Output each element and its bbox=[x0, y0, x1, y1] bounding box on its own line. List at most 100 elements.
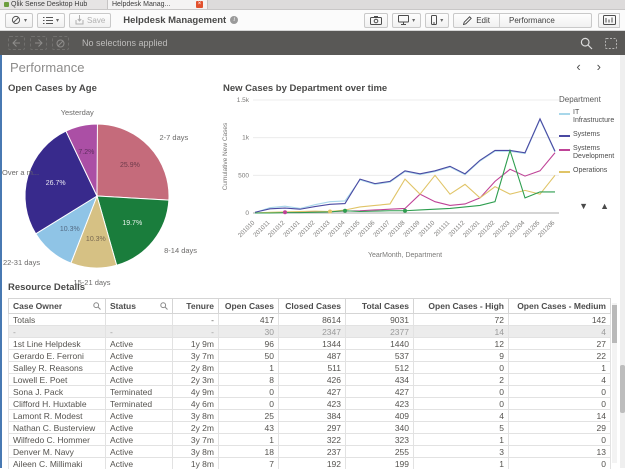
step-back-button[interactable] bbox=[8, 36, 25, 50]
table-cell: 192 bbox=[278, 457, 346, 469]
table-cell: 0 bbox=[218, 397, 279, 410]
column-header-open-cases-high[interactable]: Open Cases - High bbox=[413, 298, 509, 314]
selections-tool-icon[interactable] bbox=[605, 37, 617, 50]
legend-item-systems[interactable]: Systems bbox=[559, 131, 617, 139]
column-header-closed-cases[interactable]: Closed Cases bbox=[278, 298, 346, 314]
pie-chart-open-cases-by-age[interactable]: Open Cases by Age 2-7 days 25.9% 8-14 days… bbox=[0, 79, 215, 287]
line-series-systems-development[interactable] bbox=[254, 152, 556, 214]
cell-case-owner[interactable]: Lowell E. Poet bbox=[8, 373, 106, 386]
table-cell[interactable]: Active bbox=[105, 433, 173, 446]
cell-case-owner[interactable]: Salley R. Reasons bbox=[8, 361, 106, 374]
chevron-down-icon: ▾ bbox=[24, 17, 28, 24]
column-header-total-cases[interactable]: Total Cases bbox=[345, 298, 414, 314]
table-cell: 1 bbox=[218, 433, 279, 446]
pie-value-label: 25.9% bbox=[119, 161, 140, 169]
next-sheet-button[interactable]: › bbox=[597, 60, 601, 74]
clear-selections-button[interactable] bbox=[52, 36, 69, 50]
legend-scroll-down-icon[interactable]: ▼ bbox=[579, 201, 588, 211]
table-cell: 8 bbox=[218, 373, 279, 386]
table-cell[interactable]: Active bbox=[105, 421, 173, 434]
browser-tab-hub[interactable]: Qlik Sense Desktop Hub bbox=[0, 0, 108, 9]
table-cell[interactable]: - bbox=[105, 325, 173, 338]
legend-item-operations[interactable]: Operations bbox=[559, 167, 617, 175]
column-header-tenure[interactable]: Tenure bbox=[172, 298, 219, 314]
device-preview-button[interactable]: ▾ bbox=[425, 12, 450, 28]
column-header-open-cases-medium[interactable]: Open Cases - Medium bbox=[508, 298, 611, 314]
page-scrollbar[interactable] bbox=[620, 55, 625, 468]
line-series-it-infrastructure[interactable] bbox=[254, 118, 556, 214]
pie-value-label: 10.3% bbox=[85, 235, 106, 243]
cell-case-owner[interactable]: Lamont R. Modest bbox=[8, 409, 106, 422]
step-forward-button[interactable] bbox=[30, 36, 47, 50]
table-cell[interactable]: Active bbox=[105, 361, 173, 374]
line-series-unlabeled[interactable] bbox=[255, 148, 555, 214]
resource-details-table: Case Owner Status Tenure Open Cases Closed C… bbox=[8, 298, 611, 469]
table-row: Sona J. Pack Terminated 4y 9m 0 427 427 0 0 bbox=[8, 385, 611, 398]
storytelling-button[interactable]: ▾ bbox=[392, 12, 422, 28]
legend-item-systems-development[interactable]: Systems Development bbox=[559, 145, 617, 161]
column-search-icon[interactable] bbox=[160, 302, 168, 310]
cell-case-owner[interactable]: Wilfredo C. Hommer bbox=[8, 433, 106, 446]
sheet-header: Performance ‹ › bbox=[0, 55, 625, 79]
sheet-selector-button[interactable]: Performance bbox=[499, 13, 591, 27]
data-point-marker bbox=[328, 209, 332, 214]
table-cell[interactable]: Active bbox=[105, 337, 173, 350]
column-header-label: Case Owner bbox=[13, 301, 63, 311]
save-icon bbox=[75, 15, 84, 25]
sheet-navigator-button[interactable] bbox=[598, 12, 620, 28]
column-search-icon[interactable] bbox=[93, 302, 101, 310]
cell-case-owner[interactable]: Gerardo E. Ferroni bbox=[8, 349, 106, 362]
table-cell: 4 bbox=[413, 409, 509, 422]
line-chart-new-cases-by-department[interactable]: New Cases by Department over time 0 500 1k… bbox=[215, 79, 625, 279]
column-header-case-owner[interactable]: Case Owner bbox=[8, 298, 106, 314]
legend-swatch bbox=[559, 148, 570, 151]
cell-case-owner[interactable]: Clifford H. Huxtable bbox=[8, 397, 106, 410]
table-cell: 1440 bbox=[345, 337, 414, 350]
edit-button[interactable]: Edit bbox=[454, 14, 499, 27]
table-row: Nathan C. Busterview Active 2y 2m 43 297 340 5… bbox=[8, 421, 611, 434]
table-cell[interactable]: Active bbox=[105, 349, 173, 362]
table-cell[interactable]: Active bbox=[105, 373, 173, 386]
column-header-status[interactable]: Status bbox=[105, 298, 173, 314]
cell-case-owner[interactable]: Sona J. Pack bbox=[8, 385, 106, 398]
chevron-down-icon: ▾ bbox=[412, 17, 416, 24]
table-cell[interactable]: Terminated bbox=[105, 397, 173, 410]
window-left-edge bbox=[0, 55, 2, 468]
table-cell: 12 bbox=[413, 337, 509, 350]
table-cell: 30 bbox=[218, 325, 279, 338]
table-row: Lowell E. Poet Active 2y 3m 8 426 434 2 4 bbox=[8, 373, 611, 386]
line-series-systems[interactable] bbox=[254, 117, 556, 213]
table-cell[interactable]: Active bbox=[105, 445, 173, 458]
table-cell: 427 bbox=[278, 385, 346, 398]
edit-sheet-group: Edit Performance bbox=[453, 12, 592, 28]
browser-tab-app[interactable]: Helpdesk Manag... × bbox=[108, 0, 208, 9]
legend-item-it-infrastructure[interactable]: IT Infrastructure bbox=[559, 109, 617, 125]
table-cell: 0 bbox=[413, 385, 509, 398]
table-cell: 434 bbox=[345, 373, 414, 386]
table-cell: 1y 8m bbox=[172, 457, 219, 469]
cell-case-owner[interactable]: Denver M. Navy bbox=[8, 445, 106, 458]
cell-case-owner[interactable]: Nathan C. Busterview bbox=[8, 421, 106, 434]
line-series-operations[interactable] bbox=[254, 174, 556, 214]
navigation-menu-button[interactable]: ▾ bbox=[5, 12, 34, 28]
table-cell[interactable]: Active bbox=[105, 457, 173, 469]
table-cell: 323 bbox=[345, 433, 414, 446]
y-axis-tick: 0 bbox=[245, 210, 249, 217]
previous-sheet-button[interactable]: ‹ bbox=[576, 60, 580, 74]
global-menu-button[interactable]: ▾ bbox=[37, 12, 66, 28]
table-cell[interactable]: Terminated bbox=[105, 385, 173, 398]
snapshot-camera-button[interactable] bbox=[364, 12, 389, 28]
table-cell: 0 bbox=[508, 433, 611, 446]
close-tab-icon[interactable]: × bbox=[196, 1, 203, 8]
smart-search-icon[interactable] bbox=[580, 37, 593, 50]
legend-scroll-up-icon[interactable]: ▲ bbox=[600, 201, 609, 211]
table-scrollbar[interactable] bbox=[612, 303, 617, 463]
table-cell[interactable]: Active bbox=[105, 409, 173, 422]
save-button[interactable]: Save bbox=[69, 12, 112, 28]
info-icon[interactable]: i bbox=[230, 16, 239, 24]
cell-case-owner[interactable]: - bbox=[8, 325, 106, 338]
cell-case-owner[interactable]: 1st Line Helpdesk bbox=[8, 337, 106, 350]
column-header-open-cases[interactable]: Open Cases bbox=[218, 298, 279, 314]
cell-case-owner[interactable]: Aileen C. Millimaki bbox=[8, 457, 106, 469]
table-cell: 0 bbox=[413, 397, 509, 410]
